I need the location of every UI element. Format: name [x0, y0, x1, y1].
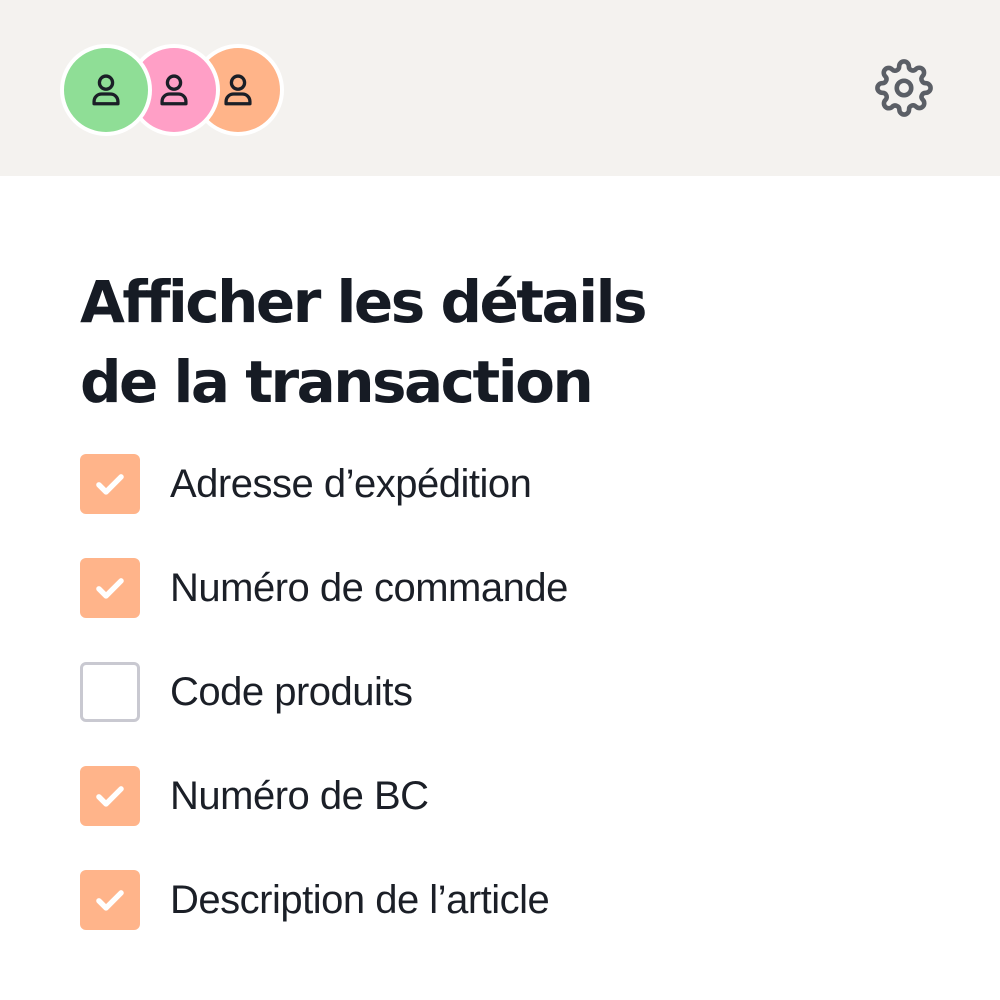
checkmark-icon — [96, 578, 124, 599]
checkbox[interactable] — [80, 870, 140, 930]
avatar[interactable] — [60, 44, 152, 136]
user-icon — [92, 74, 120, 106]
transaction-details-panel: Afficher les détails de la transaction A… — [80, 262, 940, 974]
option-shipping-address[interactable]: Adresse d’expédition — [80, 454, 940, 514]
option-label: Code produits — [170, 669, 413, 714]
avatar-group — [60, 44, 284, 136]
top-bar — [0, 0, 1000, 176]
checkbox[interactable] — [80, 454, 140, 514]
option-label: Numéro de commande — [170, 565, 568, 610]
checkbox[interactable] — [80, 766, 140, 826]
options-list: Adresse d’expédition Numéro de commande … — [80, 454, 940, 930]
option-product-code[interactable]: Code produits — [80, 662, 940, 722]
option-label: Description de l’article — [170, 877, 550, 922]
option-po-number[interactable]: Numéro de BC — [80, 766, 940, 826]
user-icon — [224, 74, 252, 106]
checkbox[interactable] — [80, 662, 140, 722]
page-title: Afficher les détails de la transaction — [80, 268, 647, 416]
checkmark-icon — [96, 890, 124, 911]
checkmark-icon — [96, 786, 124, 807]
checkbox[interactable] — [80, 558, 140, 618]
option-label: Numéro de BC — [170, 773, 429, 818]
user-icon — [160, 74, 188, 106]
checkmark-icon — [96, 474, 124, 495]
gear-icon — [875, 59, 933, 117]
option-label: Adresse d’expédition — [170, 461, 532, 506]
option-order-number[interactable]: Numéro de commande — [80, 558, 940, 618]
settings-button[interactable] — [874, 58, 934, 118]
option-item-description[interactable]: Description de l’article — [80, 870, 940, 930]
